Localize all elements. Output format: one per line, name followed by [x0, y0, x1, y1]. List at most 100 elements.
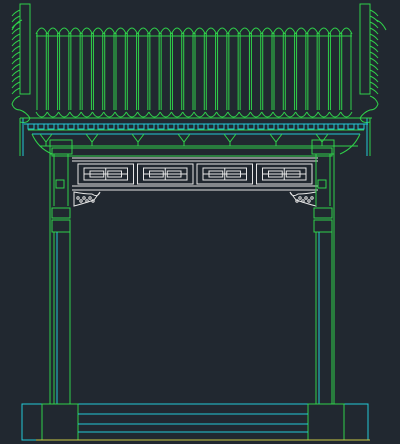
roof-ridge-ends: [11, 3, 387, 156]
eave-rafter-end: [27, 123, 35, 130]
ridge-end-scale: [369, 81, 379, 89]
roof-tile-lip: [317, 111, 330, 118]
eave-rafter-end: [167, 123, 175, 130]
eave-bracket: [177, 133, 191, 143]
eave-rafter-end: [317, 123, 325, 130]
roof-tile-lip: [328, 111, 342, 118]
roof-tiles: [35, 27, 353, 118]
ridge-end-scale: [11, 45, 21, 53]
column-joint: [51, 207, 71, 219]
bracket-dot: [85, 199, 89, 203]
eave-rafter-end: [257, 123, 265, 130]
roof-tile-lip: [46, 111, 60, 118]
roof-tile-cap: [306, 27, 319, 35]
roof-tile-lip: [159, 111, 172, 118]
ridge-end-scale: [11, 9, 21, 17]
ridge-end-scale: [369, 27, 379, 35]
roof-tile-lip: [340, 111, 353, 118]
roof-tile-lip: [58, 111, 71, 118]
bracket-dot: [91, 199, 95, 203]
ridge-end-scale: [369, 87, 379, 95]
roof-tile-cap: [193, 27, 206, 35]
roof-tile-cap: [103, 27, 116, 35]
eave-rafter-end: [307, 123, 315, 130]
roof-tile-cap: [159, 27, 172, 35]
roof-tile-lip: [182, 111, 195, 118]
roof-tile-lip: [80, 111, 93, 118]
eave-rafter-end: [187, 123, 195, 130]
bracket-dot: [295, 199, 299, 203]
roof-tile-cap: [249, 27, 263, 35]
column-joint: [51, 219, 71, 233]
roof-tile-cap: [46, 27, 60, 35]
ridge-end-scale: [369, 39, 379, 47]
roof-tile-lip: [193, 111, 206, 118]
eave-rafter-end: [327, 123, 335, 130]
eave-rafter-end: [87, 123, 95, 130]
eave-bracket: [131, 133, 145, 143]
roof-tile-cap: [317, 27, 330, 35]
roof-tile-cap: [137, 27, 150, 35]
roof-tile-cap: [182, 27, 195, 35]
roof-tile-lip: [283, 111, 297, 118]
eave-rafter-end: [107, 123, 115, 130]
roof-tile-lip: [238, 111, 251, 118]
bracket-dot: [310, 196, 314, 200]
steps: [21, 403, 370, 441]
ridge-end-scale: [11, 27, 21, 35]
roof-tile-cap: [80, 27, 93, 35]
ridge-end-scale: [369, 69, 379, 77]
roof-tile-cap: [340, 27, 353, 35]
ridge-end-scale: [369, 15, 379, 23]
eave-rafter-end: [47, 123, 55, 130]
eave-bracket: [85, 133, 99, 143]
roof-tile-lip: [35, 111, 48, 118]
ridge-end-scale: [369, 57, 379, 65]
cad-viewport: [11, 3, 387, 441]
column-joint: [313, 219, 333, 233]
bracket-dot: [304, 196, 308, 200]
ridge-end-scale: [11, 33, 21, 41]
bracket-dot: [88, 196, 92, 200]
ridge-end-post: [359, 3, 371, 95]
roof-tile-lip: [306, 111, 319, 118]
column-capital: [311, 139, 335, 155]
roof-tile-lip: [204, 111, 218, 118]
eave-rafter-end: [287, 123, 295, 130]
eave-curve-right: [339, 133, 361, 155]
bracket-dot: [307, 199, 311, 203]
roof-tile-cap: [114, 27, 127, 35]
ridge-end-scale: [369, 63, 379, 71]
eave-rafter-end: [197, 123, 205, 130]
column-capital: [49, 139, 73, 155]
eaves-band: [20, 117, 372, 155]
eave-rafter-end: [357, 123, 365, 130]
roof-tile-cap: [204, 27, 218, 35]
roof-tile-lip: [114, 111, 127, 118]
bracket-dot: [79, 199, 83, 203]
roof-tile-cap: [295, 27, 308, 35]
eave-rafter-end: [147, 123, 155, 130]
eave-rafter-end: [157, 123, 165, 130]
eave-rafter-end: [67, 123, 75, 130]
ridge-end-scale: [369, 45, 379, 53]
eave-bracket: [223, 133, 237, 143]
eave-rafter-end: [37, 123, 45, 130]
bracket-dot: [298, 196, 302, 200]
roof-tile-lip: [227, 111, 240, 118]
eave-rafter-end: [57, 123, 65, 130]
roof-tile-lip: [148, 111, 161, 118]
column-plaque: [55, 179, 65, 189]
roof-tile-cap: [227, 27, 240, 35]
roof-tile-cap: [148, 27, 161, 35]
eave-bracket: [269, 133, 283, 143]
roof-tile-cap: [216, 27, 229, 35]
roof-tile-lip: [91, 111, 105, 118]
roof-tile-cap: [283, 27, 297, 35]
ridge-end-scale: [369, 51, 379, 59]
column-joint: [313, 207, 333, 219]
roof-tile-cap: [91, 27, 105, 35]
eave-rafter-end: [97, 123, 105, 130]
roof-tile-cap: [272, 27, 285, 35]
roof-tile-lip: [69, 111, 82, 118]
